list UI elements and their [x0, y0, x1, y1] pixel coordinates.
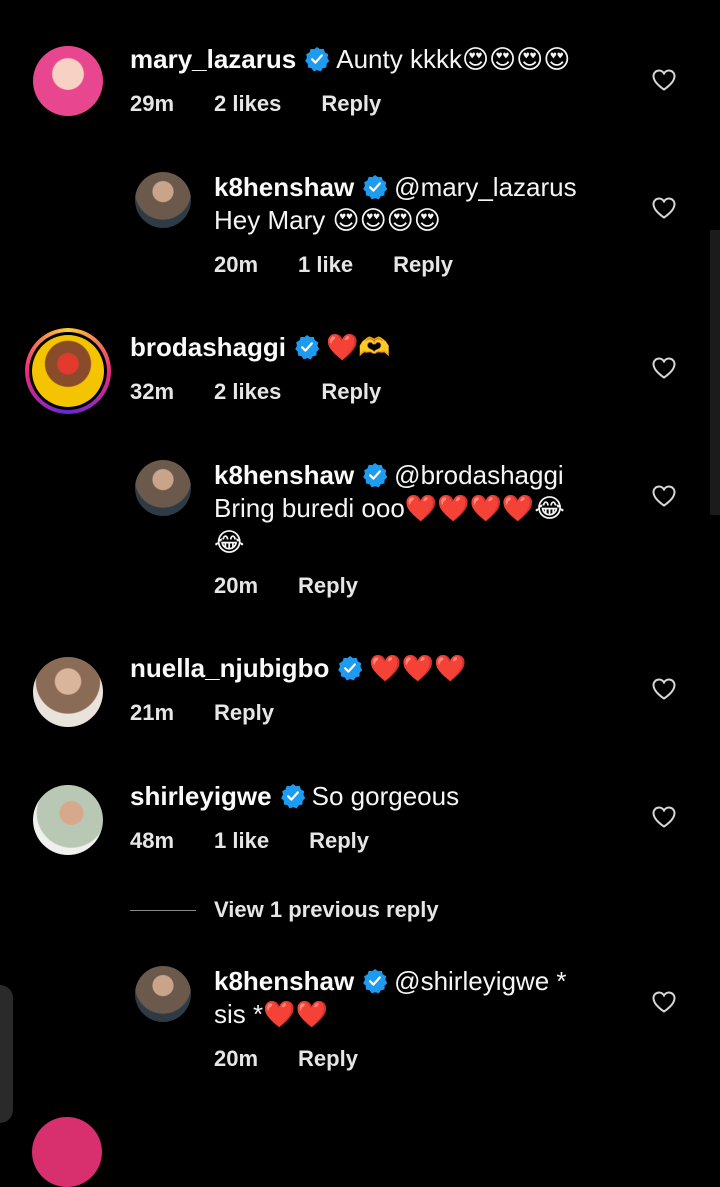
username[interactable]: k8henshaw: [214, 172, 354, 202]
comment-text: Aunty kkkk: [336, 44, 462, 74]
comment-text: So gorgeous: [311, 781, 460, 811]
avatar[interactable]: [33, 46, 103, 116]
avatar[interactable]: [33, 785, 103, 855]
avatar[interactable]: [135, 966, 191, 1022]
timestamp: 20m: [214, 573, 259, 598]
timestamp: 20m: [214, 1046, 259, 1071]
username[interactable]: shirleyigwe: [130, 781, 272, 811]
heart-outline-icon[interactable]: [651, 990, 677, 1014]
comment-meta: 21m Reply: [130, 700, 314, 726]
comment-hearts: ❤️❤️: [263, 1000, 328, 1030]
comment-emojis: ❤️: [326, 333, 359, 363]
username[interactable]: brodashaggi: [130, 332, 286, 362]
username[interactable]: mary_lazarus: [130, 44, 296, 74]
verified-badge-icon: [362, 968, 388, 994]
comment-laugh-emoji: 😂: [214, 528, 245, 558]
avatar[interactable]: [33, 657, 103, 727]
timestamp: 48m: [130, 828, 175, 853]
view-previous-replies-button[interactable]: View 1 previous reply: [130, 897, 439, 923]
edge-panel-handle[interactable]: [0, 985, 13, 1123]
reply-button[interactable]: Reply: [309, 828, 369, 854]
divider: [130, 909, 196, 911]
reply-button[interactable]: Reply: [214, 700, 274, 726]
comment-laugh-emoji: 😂: [534, 494, 565, 524]
comment-emoji-extra: 🫶: [358, 333, 391, 363]
comment-meta: 48m 1 like Reply: [130, 828, 409, 854]
comment-text: sis *: [214, 999, 264, 1029]
avatar[interactable]: [32, 1117, 102, 1187]
likes-count[interactable]: 1 like: [298, 252, 353, 278]
comment-meta: 20m Reply: [214, 1046, 398, 1072]
likes-count[interactable]: 2 likes: [214, 379, 281, 405]
mention-link[interactable]: @mary_lazarus: [394, 172, 576, 202]
heart-outline-icon[interactable]: [651, 677, 677, 701]
comment-emojis: 😍😍😍😍: [461, 45, 571, 75]
comment-text: Hey Mary: [214, 205, 333, 235]
heart-outline-icon[interactable]: [651, 68, 677, 92]
heart-outline-icon[interactable]: [651, 805, 677, 829]
comment-emojis: ❤️❤️❤️: [369, 654, 467, 684]
verified-badge-icon: [294, 334, 320, 360]
comment-meta: 20m 1 like Reply: [214, 252, 493, 278]
scrollbar[interactable]: [710, 230, 720, 515]
avatar[interactable]: [135, 172, 191, 228]
comment-hearts: ❤️❤️❤️❤️: [404, 494, 535, 524]
reply-button[interactable]: Reply: [321, 91, 381, 117]
likes-count[interactable]: 1 like: [214, 828, 269, 854]
verified-badge-icon: [280, 783, 306, 809]
verified-badge-icon: [304, 46, 330, 72]
reply-button[interactable]: Reply: [321, 379, 381, 405]
verified-badge-icon: [337, 655, 363, 681]
comment-meta: 29m 2 likes Reply: [130, 91, 421, 117]
username[interactable]: k8henshaw: [214, 460, 354, 490]
timestamp: 29m: [130, 91, 175, 116]
heart-outline-icon[interactable]: [651, 356, 677, 380]
likes-count[interactable]: 2 likes: [214, 91, 281, 117]
story-ring[interactable]: [25, 328, 111, 414]
avatar[interactable]: [135, 460, 191, 516]
heart-outline-icon[interactable]: [651, 196, 677, 220]
avatar: [32, 335, 104, 407]
mention-link[interactable]: @brodashaggi: [394, 460, 564, 490]
comment-text: Bring buredi ooo: [214, 493, 405, 523]
timestamp: 20m: [214, 252, 259, 277]
username[interactable]: k8henshaw: [214, 966, 354, 996]
view-replies-label: View 1 previous reply: [214, 897, 439, 922]
heart-outline-icon[interactable]: [651, 484, 677, 508]
comment-emojis: 😍😍😍😍: [332, 206, 441, 236]
reply-button[interactable]: Reply: [393, 252, 453, 278]
reply-button[interactable]: Reply: [298, 573, 358, 599]
mention-link[interactable]: @shirleyigwe *: [394, 966, 566, 996]
verified-badge-icon: [362, 174, 388, 200]
verified-badge-icon: [362, 462, 388, 488]
timestamp: 21m: [130, 700, 175, 725]
comment-meta: 20m Reply: [214, 573, 398, 599]
reply-button[interactable]: Reply: [298, 1046, 358, 1072]
timestamp: 32m: [130, 379, 175, 404]
comment-meta: 32m 2 likes Reply: [130, 379, 421, 405]
username[interactable]: nuella_njubigbo: [130, 653, 329, 683]
